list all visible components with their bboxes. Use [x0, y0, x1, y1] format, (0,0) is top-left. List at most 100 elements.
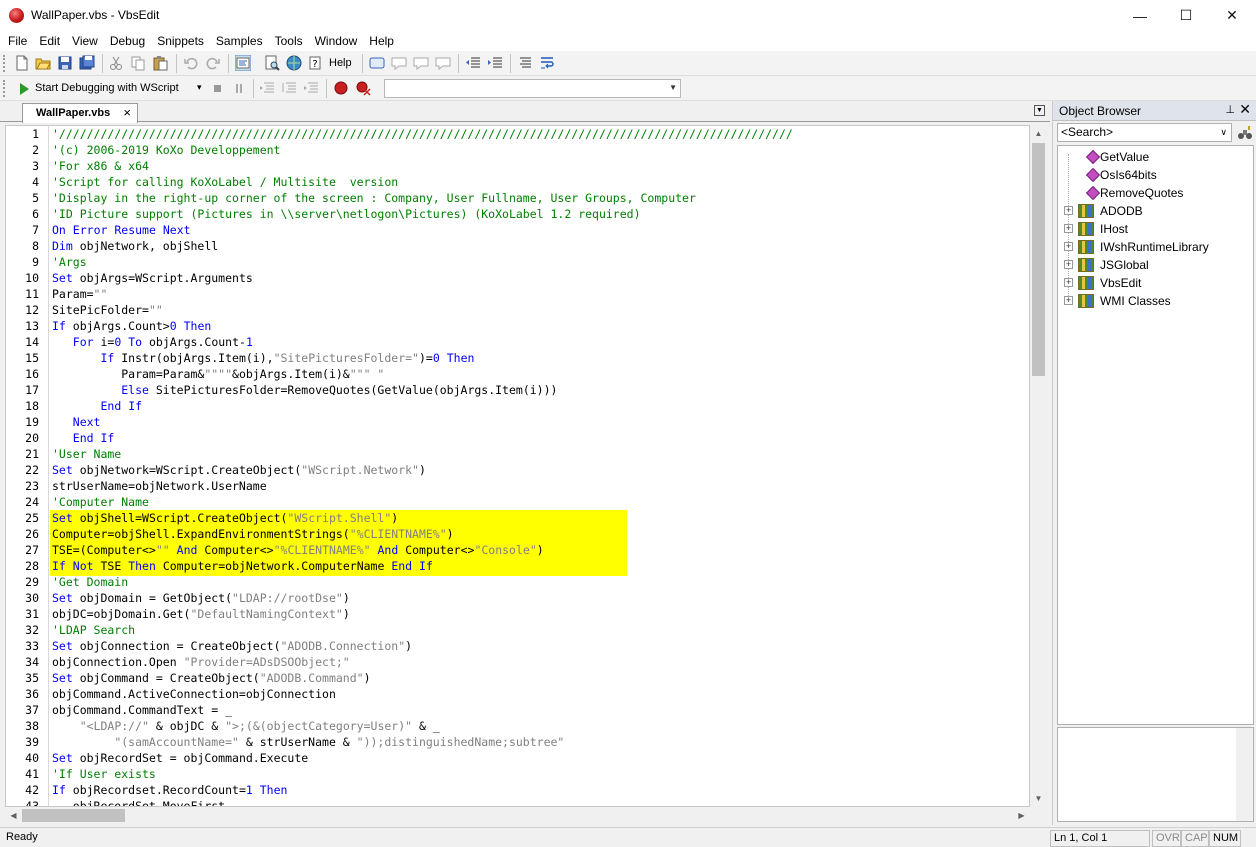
code-line[interactable]: 26 Computer=objShell.ExpandEnvironmentStr…: [6, 526, 1029, 542]
expand-icon[interactable]: +: [1064, 224, 1073, 233]
tree-item-jsglobal[interactable]: + JSGlobal: [1058, 256, 1253, 274]
expand-icon[interactable]: +: [1064, 206, 1073, 215]
new-file-icon[interactable]: [14, 55, 30, 71]
minimize-button[interactable]: —: [1117, 0, 1163, 31]
menu-file[interactable]: File: [2, 31, 33, 51]
code-line[interactable]: 39 "(samAccountName=" & strUserName & ")…: [6, 734, 1029, 750]
code-line[interactable]: 23 strUserName=objNetwork.UserName: [6, 478, 1029, 494]
code-line[interactable]: 36 objCommand.ActiveConnection=objConnect…: [6, 686, 1029, 702]
object-tree[interactable]: GetValue OsIs64bits RemoveQuotes + ADODB + IHo…: [1057, 145, 1254, 725]
code-line[interactable]: 30 Set objDomain = GetObject("LDAP://root…: [6, 590, 1029, 606]
stop-icon[interactable]: [209, 80, 225, 96]
close-button[interactable]: ✕: [1209, 0, 1255, 31]
save-all-icon[interactable]: [79, 55, 95, 71]
start-debugging-button[interactable]: Start Debugging with WScript: [35, 82, 179, 94]
comment-block-icon[interactable]: [369, 55, 385, 71]
tree-item-osis64bits[interactable]: OsIs64bits: [1058, 166, 1253, 184]
menu-samples[interactable]: Samples: [210, 31, 269, 51]
scroll-thumb[interactable]: [1032, 143, 1045, 376]
code-line[interactable]: 11 Param="": [6, 286, 1029, 302]
chevron-down-icon[interactable]: ▼: [669, 83, 677, 92]
menu-debug[interactable]: Debug: [104, 31, 151, 51]
code-line[interactable]: 15 If Instr(objArgs.Item(i),"SitePicture…: [6, 350, 1029, 366]
code-line[interactable]: 25 Set objShell=WScript.CreateObject("WSc…: [6, 510, 1029, 526]
pause-icon[interactable]: [231, 80, 247, 96]
code-editor[interactable]: 1 '//////////////////////////////////////…: [5, 125, 1030, 807]
code-line[interactable]: 17 Else SitePicturesFolder=RemoveQuotes(…: [6, 382, 1029, 398]
maximize-button[interactable]: ☐: [1163, 0, 1209, 31]
code-line[interactable]: 33 Set objConnection = CreateObject("ADOD…: [6, 638, 1029, 654]
help-icon[interactable]: ?: [308, 55, 324, 71]
tree-item-adodb[interactable]: + ADODB: [1058, 202, 1253, 220]
scroll-left-icon[interactable]: ◀: [5, 807, 22, 824]
toolbar-grip[interactable]: [3, 80, 6, 97]
editor-vertical-scrollbar[interactable]: ▲ ▼: [1030, 125, 1047, 807]
bookmark-toggle-icon[interactable]: [391, 55, 407, 71]
code-line[interactable]: 31 objDC=objDomain.Get("DefaultNamingCont…: [6, 606, 1029, 622]
chevron-down-icon[interactable]: ∨: [1220, 124, 1227, 141]
code-line[interactable]: 37 objCommand.CommandText = _: [6, 702, 1029, 718]
indent-icon[interactable]: [487, 55, 503, 71]
toolbar-grip[interactable]: [3, 55, 6, 72]
open-folder-icon[interactable]: [35, 55, 51, 71]
menu-snippets[interactable]: Snippets: [151, 31, 210, 51]
code-line[interactable]: 1 '//////////////////////////////////////…: [6, 126, 1029, 142]
bookmark-next-icon[interactable]: [435, 55, 451, 71]
toggle-breakpoint-icon[interactable]: [333, 80, 349, 96]
menu-tools[interactable]: Tools: [269, 31, 309, 51]
tree-item-getvalue[interactable]: GetValue: [1058, 148, 1253, 166]
help-button[interactable]: Help: [329, 57, 352, 69]
scroll-right-icon[interactable]: ▶: [1013, 807, 1030, 824]
code-line[interactable]: 24 'Computer Name: [6, 494, 1029, 510]
code-line[interactable]: 3 'For x86 & x64: [6, 158, 1029, 174]
menu-help[interactable]: Help: [363, 31, 400, 51]
code-line[interactable]: 9 'Args: [6, 254, 1029, 270]
step-out-icon[interactable]: [303, 80, 319, 96]
editor-horizontal-scrollbar[interactable]: ◀ ▶: [5, 807, 1030, 824]
tree-item-removequotes[interactable]: RemoveQuotes: [1058, 184, 1253, 202]
code-line[interactable]: 22 Set objNetwork=WScript.CreateObject("W…: [6, 462, 1029, 478]
code-line[interactable]: 14 For i=0 To objArgs.Count-1: [6, 334, 1029, 350]
code-line[interactable]: 42 If objRecordset.RecordCount=1 Then: [6, 782, 1029, 798]
copy-icon[interactable]: [130, 55, 146, 71]
paste-icon[interactable]: [152, 55, 168, 71]
code-line[interactable]: 29 'Get Domain: [6, 574, 1029, 590]
code-line[interactable]: 2 '(c) 2006-2019 KoXo Developpement: [6, 142, 1029, 158]
bookmark-prev-icon[interactable]: [413, 55, 429, 71]
code-line[interactable]: 18 End If: [6, 398, 1029, 414]
code-line[interactable]: 43 objRecordSet.MoveFirst: [6, 798, 1029, 806]
comment-lines-icon[interactable]: [517, 55, 533, 71]
code-line[interactable]: 6 'ID Picture support (Pictures in \\serv…: [6, 206, 1029, 222]
code-window-icon[interactable]: [235, 55, 251, 71]
step-into-icon[interactable]: [259, 80, 275, 96]
code-line[interactable]: 16 Param=Param&""""&objArgs.Item(i)&""" …: [6, 366, 1029, 382]
code-line[interactable]: 4 'Script for calling KoXoLabel / Multisi…: [6, 174, 1029, 190]
save-icon[interactable]: [57, 55, 73, 71]
object-search-input[interactable]: <Search> ∨: [1057, 123, 1232, 142]
code-line[interactable]: 10 Set objArgs=WScript.Arguments: [6, 270, 1029, 286]
tab-list-dropdown-icon[interactable]: ▼: [1034, 105, 1045, 116]
step-over-icon[interactable]: [281, 80, 297, 96]
expand-icon[interactable]: +: [1064, 242, 1073, 251]
code-line[interactable]: 32 'LDAP Search: [6, 622, 1029, 638]
code-line[interactable]: 35 Set objCommand = CreateObject("ADODB.C…: [6, 670, 1029, 686]
menu-view[interactable]: View: [66, 31, 104, 51]
tree-item-ihost[interactable]: + IHost: [1058, 220, 1253, 238]
debug-engine-dropdown[interactable]: ▾: [197, 82, 202, 93]
code-line[interactable]: 38 "<LDAP://" & objDC & ">;(&(objectCate…: [6, 718, 1029, 734]
code-line[interactable]: 13 If objArgs.Count>0 Then: [6, 318, 1029, 334]
tree-item-wmi-classes[interactable]: + WMI Classes: [1058, 292, 1253, 310]
outdent-icon[interactable]: [465, 55, 481, 71]
start-debugging-icon[interactable]: [16, 81, 32, 97]
undo-icon[interactable]: [183, 55, 199, 71]
tree-item-iwshruntimelibrary[interactable]: + IWshRuntimeLibrary: [1058, 238, 1253, 256]
code-line[interactable]: 34 objConnection.Open "Provider=ADsDSOObj…: [6, 654, 1029, 670]
code-line[interactable]: 5 'Display in the right-up corner of the …: [6, 190, 1029, 206]
code-line[interactable]: 41 'If User exists: [6, 766, 1029, 782]
pin-icon[interactable]: ⊥: [1225, 103, 1235, 116]
menu-edit[interactable]: Edit: [33, 31, 66, 51]
scroll-thumb[interactable]: [22, 809, 125, 822]
code-line[interactable]: 28 If Not TSE Then Computer=objNetwork.Co…: [6, 558, 1029, 574]
menu-window[interactable]: Window: [309, 31, 364, 51]
expand-icon[interactable]: +: [1064, 260, 1073, 269]
